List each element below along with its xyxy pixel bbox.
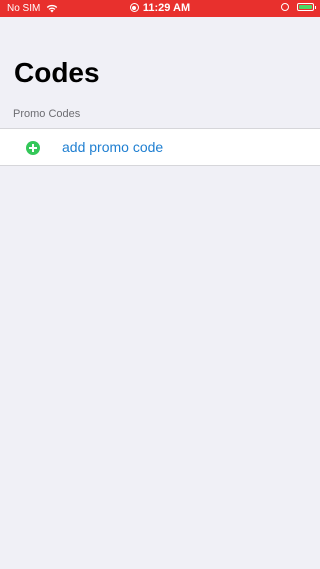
add-promo-code-label[interactable]: add promo code: [62, 139, 163, 155]
page-title: Codes: [14, 57, 100, 88]
record-icon: [129, 3, 139, 12]
add-promo-code-row[interactable]: add promo code: [0, 129, 320, 165]
orientation-lock-icon: [281, 3, 289, 11]
status-bar: No SIM 11:29 AM: [0, 0, 320, 17]
add-icon[interactable]: [26, 141, 40, 155]
time-label: 11:29 AM: [142, 2, 191, 14]
promo-codes-list: add promo code: [0, 128, 320, 166]
battery-icon: [297, 3, 316, 11]
status-right: [281, 3, 316, 11]
section-header-promo-codes: Promo Codes: [13, 108, 81, 120]
status-time: 11:29 AM: [0, 2, 320, 14]
